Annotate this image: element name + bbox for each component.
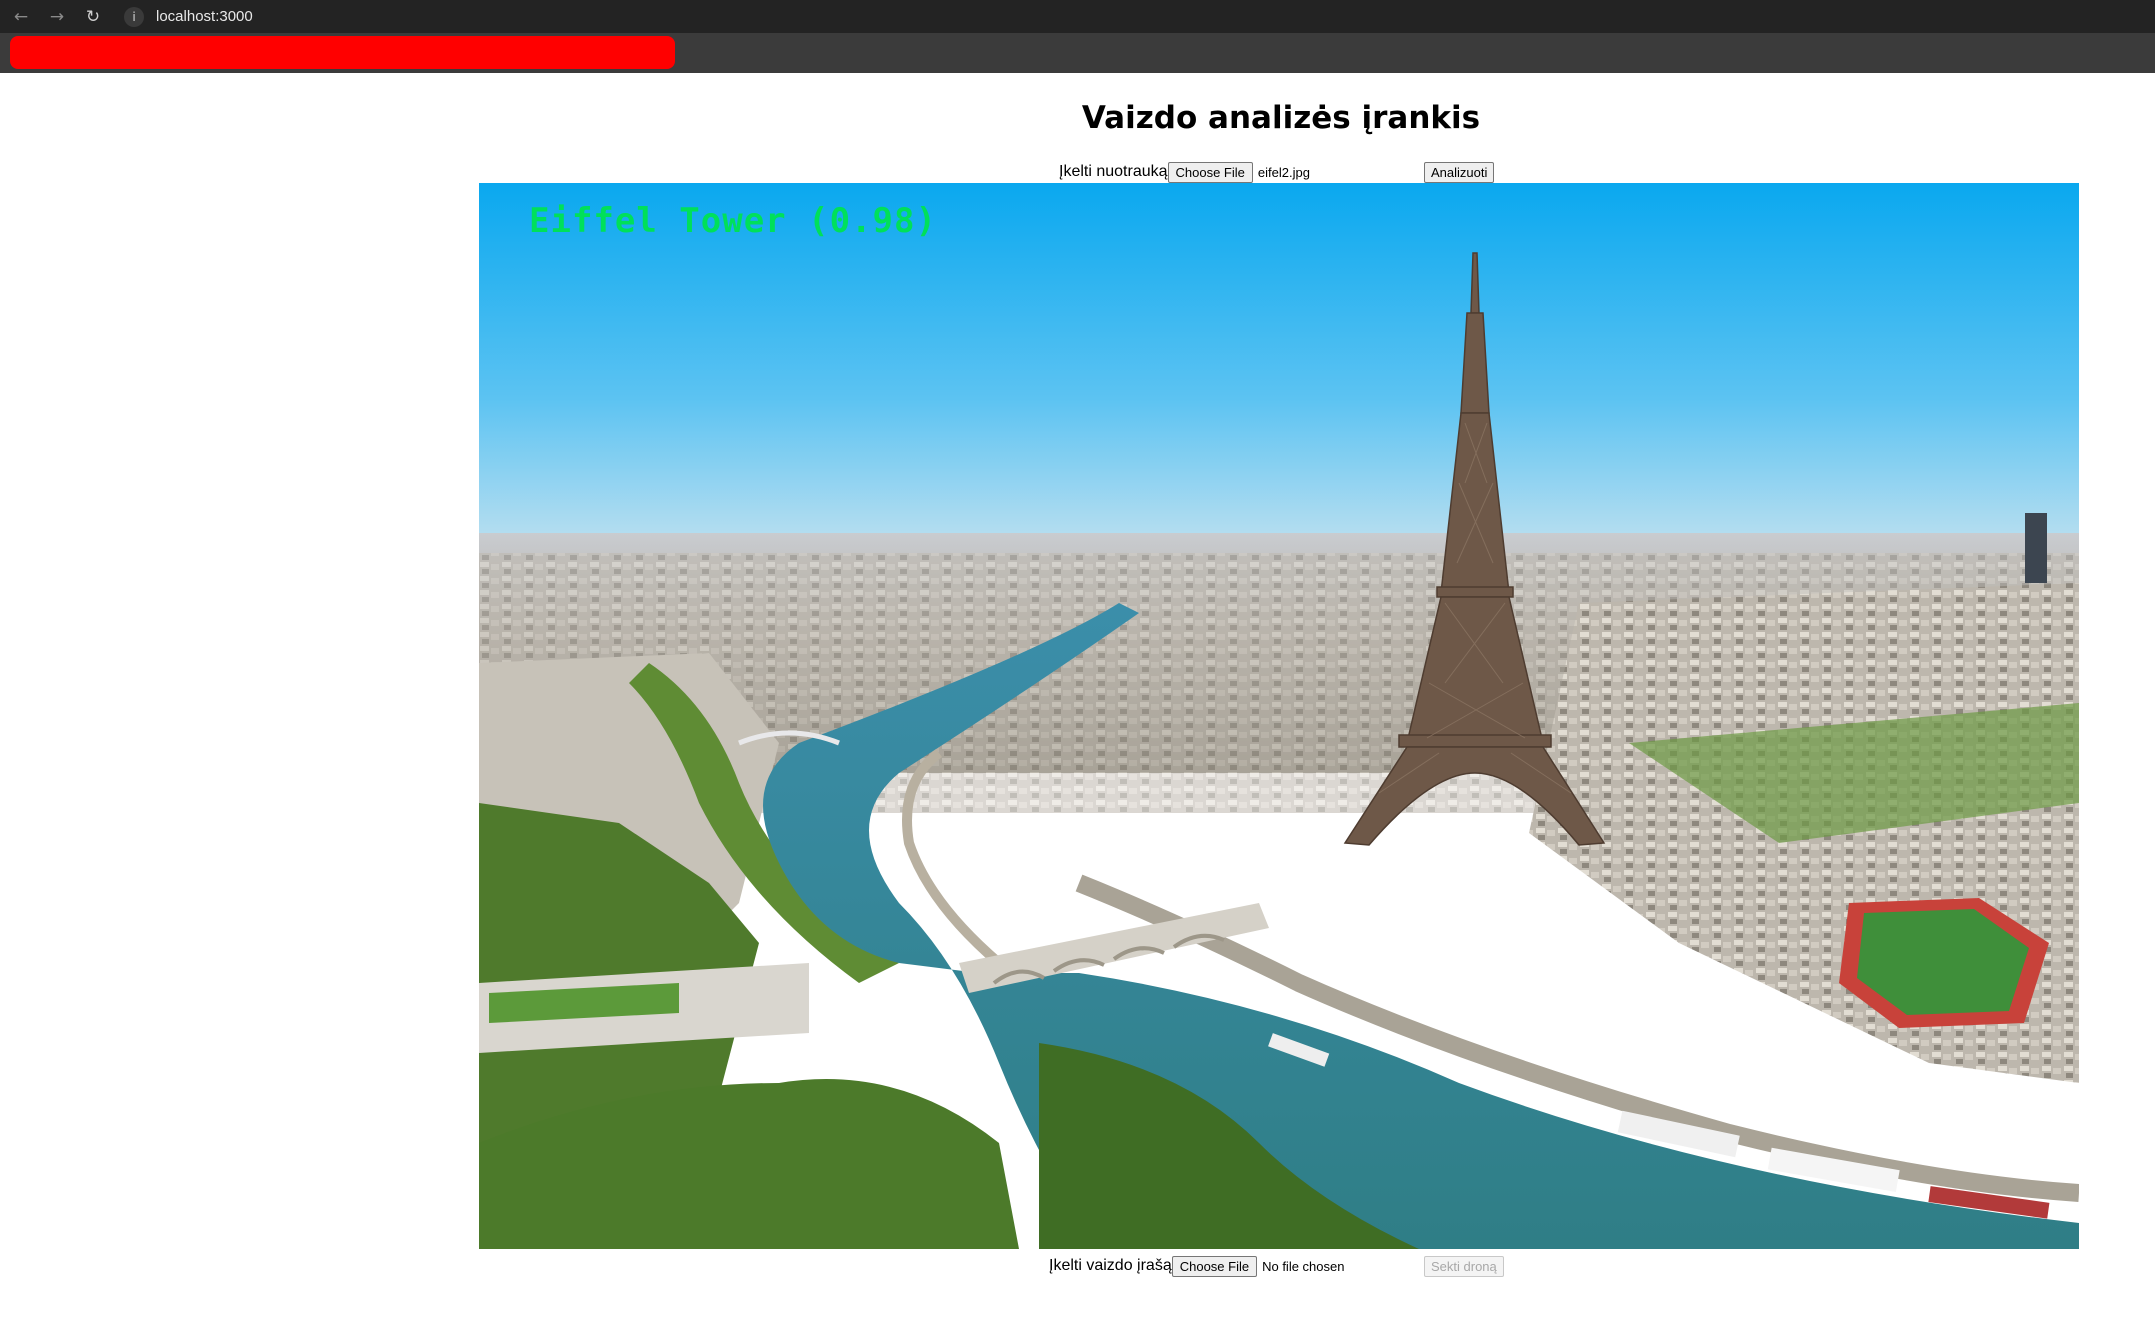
detection-label: Eiffel Tower (0.98) bbox=[529, 201, 937, 241]
video-file-name: No file chosen bbox=[1262, 1258, 1345, 1274]
redacted-region bbox=[10, 36, 675, 69]
bookmarks-bar bbox=[0, 33, 2155, 73]
url-text: localhost:3000 bbox=[156, 8, 253, 25]
back-arrow-icon[interactable]: ← bbox=[10, 6, 32, 28]
eiffel-tower-photo bbox=[479, 183, 2079, 1249]
reload-icon[interactable]: ↻ bbox=[82, 6, 104, 28]
analyze-button[interactable]: Analizuoti bbox=[1424, 162, 1495, 183]
video-choose-file-button[interactable]: Choose File bbox=[1171, 1255, 1258, 1277]
video-upload-row: Įkelti vaizdo įrašą Choose File No file … bbox=[1049, 1254, 1344, 1278]
photo-file-name: eifel2.jpg bbox=[1257, 164, 1310, 180]
track-drone-button[interactable]: Sekti droną bbox=[1424, 1256, 1504, 1277]
browser-toolbar: ← → ↻ i localhost:3000 bbox=[0, 0, 2155, 33]
photo-choose-file-button[interactable]: Choose File bbox=[1167, 161, 1253, 183]
photo-upload-row: Įkelti nuotrauką Choose File eifel2.jpg bbox=[1059, 160, 1310, 184]
photo-upload-label: Įkelti nuotrauką bbox=[1059, 163, 1168, 180]
address-bar[interactable]: i localhost:3000 bbox=[124, 3, 1324, 30]
analysis-result-image: Eiffel Tower (0.98) bbox=[479, 183, 2079, 1249]
info-icon[interactable]: i bbox=[124, 6, 144, 27]
video-upload-label: Įkelti vaizdo įrašą bbox=[1049, 1257, 1172, 1274]
forward-arrow-icon[interactable]: → bbox=[46, 6, 68, 28]
page-title: Vaizdo analizės įrankis bbox=[1081, 100, 1481, 136]
